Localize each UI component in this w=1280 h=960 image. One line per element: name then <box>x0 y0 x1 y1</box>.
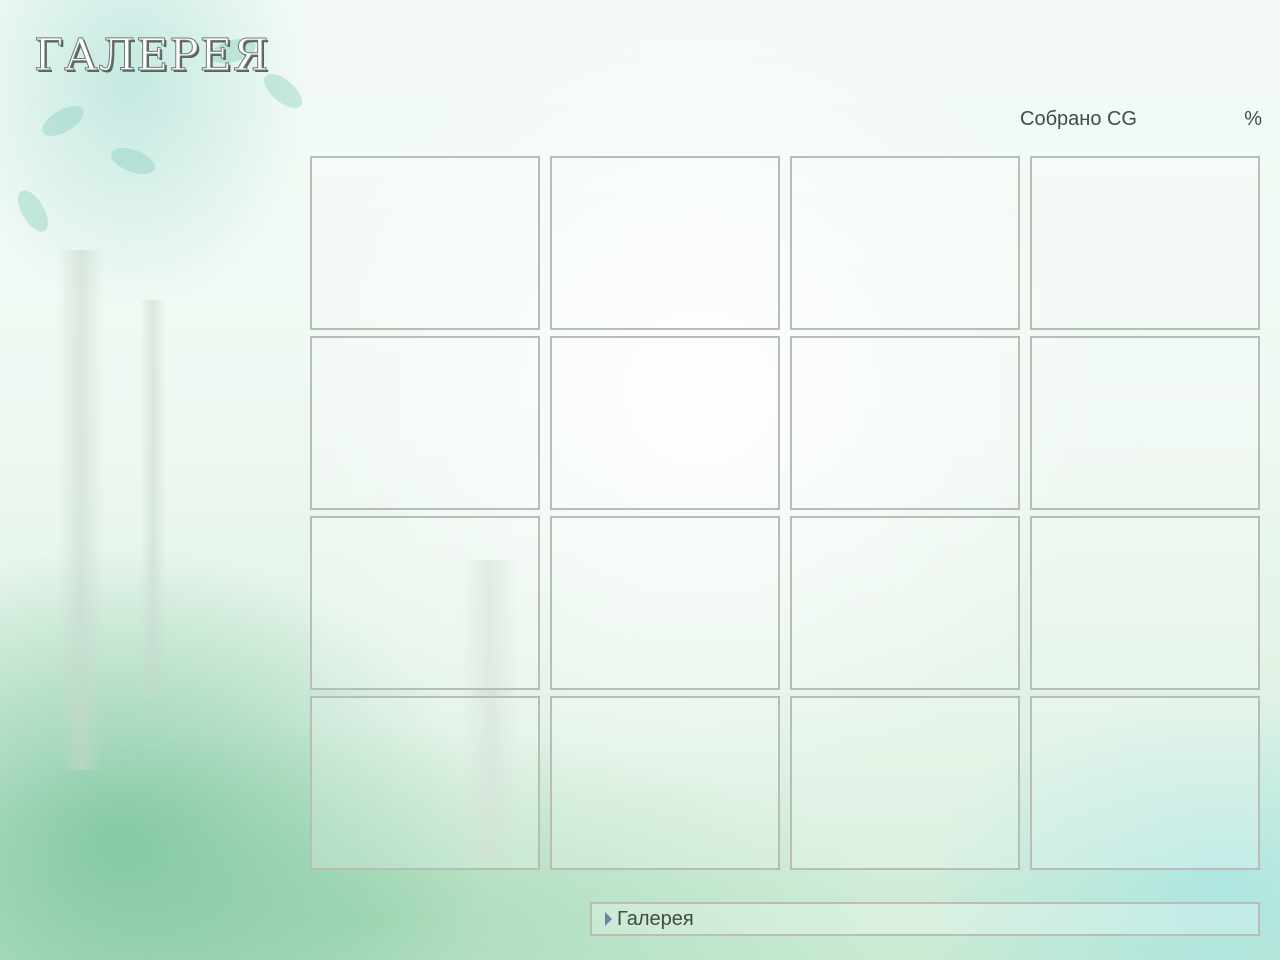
gallery-slot[interactable] <box>310 156 540 330</box>
gallery-slot[interactable] <box>310 696 540 870</box>
background-trunk <box>58 250 104 770</box>
status-bar-text: Галерея <box>617 907 694 930</box>
background-trunk <box>140 300 166 700</box>
background-leaf <box>11 185 55 237</box>
gallery-slot[interactable] <box>310 516 540 690</box>
gallery-slot[interactable] <box>1030 516 1260 690</box>
status-bar: Галерея <box>590 902 1260 936</box>
background-leaf <box>107 142 159 180</box>
cg-collected-label: Собрано CG <box>1020 108 1137 130</box>
gallery-slot[interactable] <box>790 156 1020 330</box>
cg-gallery-grid <box>310 156 1260 870</box>
gallery-slot[interactable] <box>790 336 1020 510</box>
gallery-slot[interactable] <box>550 336 780 510</box>
percent-sign: % <box>1244 108 1262 130</box>
triangle-right-icon <box>605 912 612 926</box>
cg-collected-counter: Собрано CG % <box>1020 108 1262 132</box>
gallery-slot[interactable] <box>310 336 540 510</box>
gallery-slot[interactable] <box>1030 336 1260 510</box>
page-title: ГАЛЕРЕЯ <box>34 30 270 82</box>
gallery-slot[interactable] <box>550 696 780 870</box>
gallery-slot[interactable] <box>790 696 1020 870</box>
background-leaf <box>37 99 89 143</box>
gallery-slot[interactable] <box>1030 156 1260 330</box>
gallery-slot[interactable] <box>550 516 780 690</box>
gallery-slot[interactable] <box>790 516 1020 690</box>
gallery-slot[interactable] <box>1030 696 1260 870</box>
gallery-slot[interactable] <box>550 156 780 330</box>
